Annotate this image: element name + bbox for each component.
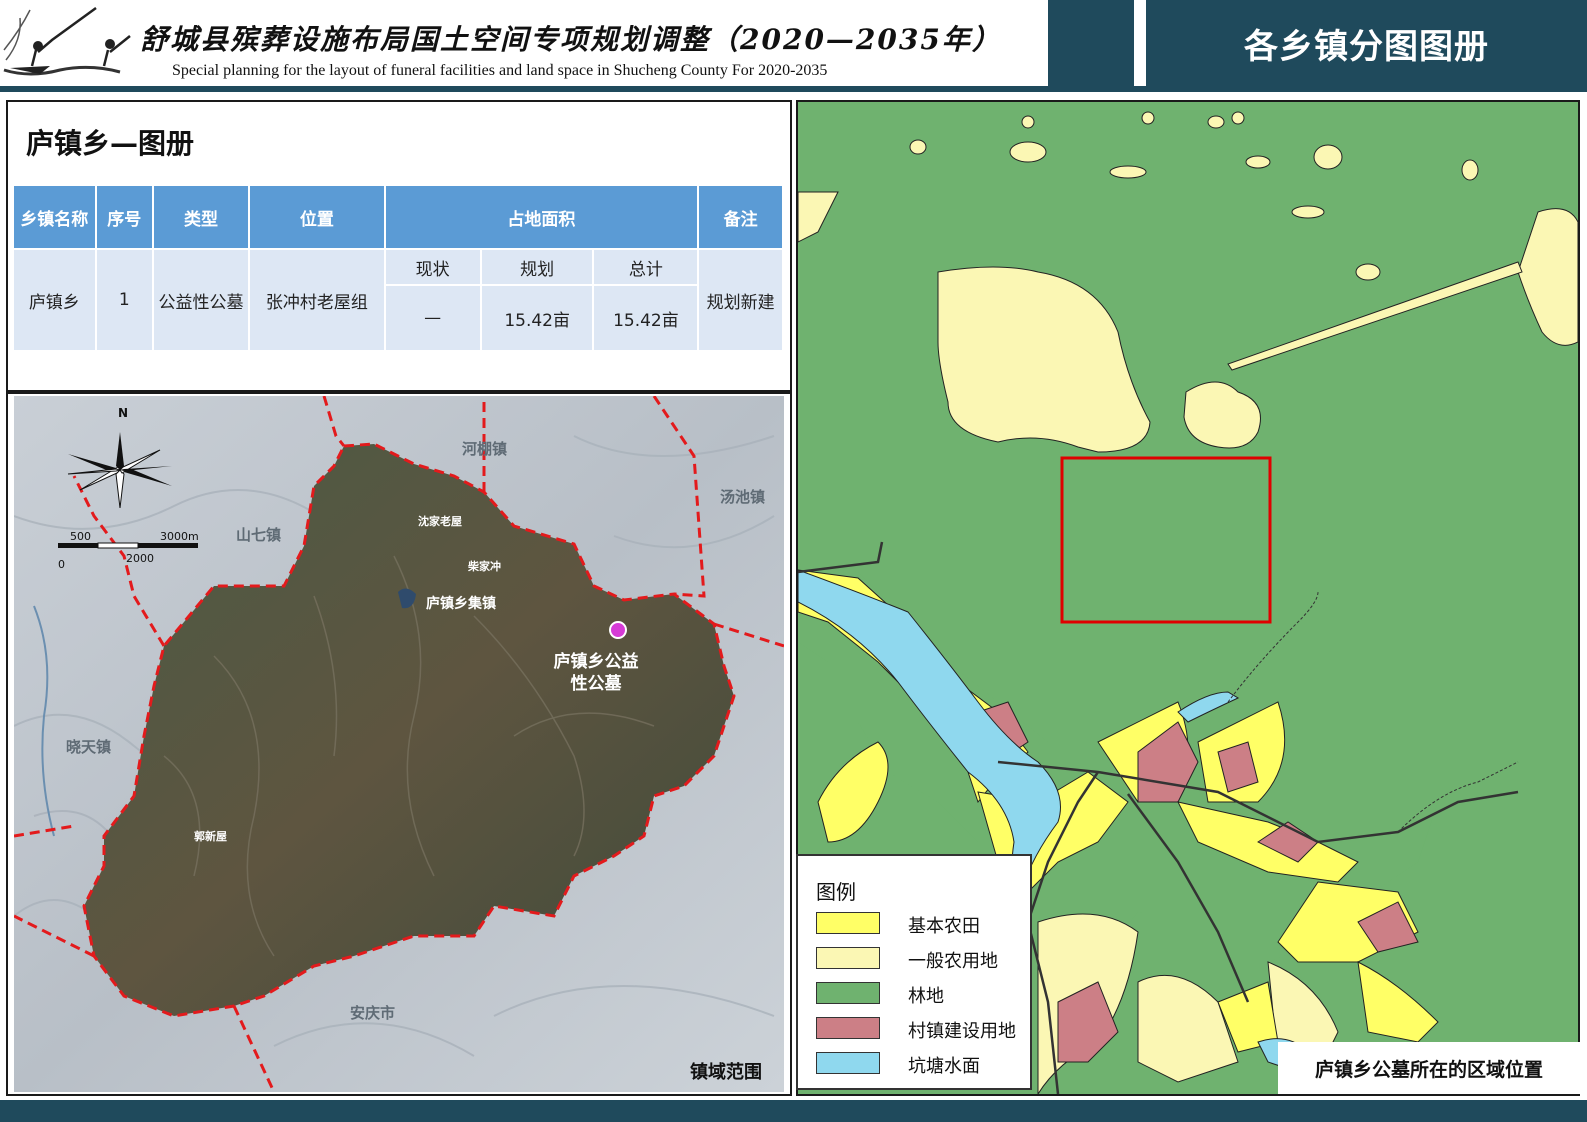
- header-area: 占地面积: [385, 186, 698, 248]
- legend-swatch: [816, 1017, 880, 1039]
- atlas-title: 各乡镇分图图册: [1244, 26, 1489, 67]
- legend-swatch: [816, 982, 880, 1004]
- satellite-imagery: [14, 396, 784, 1092]
- legend-item-basic-farmland: 基本农田: [816, 910, 1026, 938]
- header-divider: [1134, 0, 1146, 86]
- neighbor-label-hepeng: 河棚镇: [462, 440, 508, 458]
- legend-label: 坑塘水面: [908, 1056, 980, 1077]
- legend-item-general-farmland: 一般农用地: [816, 945, 1026, 973]
- legend-item-forest: 林地: [816, 980, 1026, 1008]
- legend-title: 图例: [816, 880, 856, 904]
- header-type: 类型: [153, 186, 249, 248]
- town-center-label: 庐镇乡集镇: [426, 596, 496, 612]
- scale-label-2000: 2000: [126, 552, 154, 565]
- legend-swatch: [816, 912, 880, 934]
- legend-item-water: 坑塘水面: [816, 1050, 1026, 1078]
- map-legend: 图例 基本农田 一般农用地 林地 村镇建设用地 坑塘水面: [796, 854, 1032, 1090]
- footer-bar: [0, 1100, 1587, 1122]
- scale-label-3000m: 3000m: [160, 530, 199, 543]
- legend-item-construction: 村镇建设用地: [816, 1015, 1026, 1043]
- subheader-total: 总计: [594, 250, 698, 284]
- subheader-current: 现状: [385, 250, 480, 284]
- header-number: 序号: [96, 186, 152, 248]
- place-label-shenjialaowu: 沈家老屋: [418, 515, 462, 528]
- title-panel: 舒城县殡葬设施布局国土空间专项规划调整（2020—2035年） Special …: [0, 0, 1048, 86]
- cemetery-marker-icon: [609, 621, 627, 639]
- legend-label: 基本农田: [908, 916, 980, 937]
- satellite-map: N 500 3000m 0 2000 河棚镇 汤池镇 山七镇 晓天镇 安庆市 沈…: [14, 396, 784, 1092]
- north-label: N: [118, 406, 129, 420]
- location-label: 庐镇乡公墓所在的区域位置: [1278, 1042, 1580, 1094]
- fisherman-logo-icon: [3, 6, 131, 76]
- neighbor-label-shanqi: 山七镇: [236, 526, 282, 544]
- header-location: 位置: [250, 186, 384, 248]
- section-title: 庐镇乡—图册: [26, 127, 195, 160]
- cell-location: 张冲村老屋组: [250, 250, 384, 350]
- legend-label: 一般农用地: [908, 951, 998, 972]
- subheader-planned: 规划: [481, 250, 593, 284]
- title-chinese: 舒城县殡葬设施布局国土空间专项规划调整（2020—2035年）: [140, 23, 1002, 56]
- cell-total: 15.42亩: [594, 286, 698, 350]
- cell-planned: 15.42亩: [481, 286, 593, 350]
- neighbor-label-xiaotian: 晓天镇: [66, 738, 112, 756]
- cell-remark: 规划新建: [699, 250, 782, 350]
- cell-number: 1: [96, 250, 152, 350]
- legend-label: 村镇建设用地: [908, 1021, 1016, 1042]
- landuse-panel: 图例 基本农田 一般农用地 林地 村镇建设用地 坑塘水面 庐镇乡公墓所在的区域位…: [796, 100, 1580, 1096]
- legend-swatch: [816, 947, 880, 969]
- place-label-chaijiachong: 柴家冲: [468, 560, 501, 573]
- cell-township: 庐镇乡: [14, 250, 95, 350]
- cell-type: 公益性公墓: [153, 250, 249, 350]
- legend-swatch: [816, 1052, 880, 1074]
- scale-label-500: 500: [70, 530, 91, 543]
- legend-label: 林地: [908, 986, 944, 1007]
- scale-label-0: 0: [58, 558, 65, 571]
- header-township: 乡镇名称: [14, 186, 95, 248]
- cemetery-label: 庐镇乡公益 性公墓: [553, 652, 639, 694]
- satellite-panel: N 500 3000m 0 2000 河棚镇 汤池镇 山七镇 晓天镇 安庆市 沈…: [6, 392, 792, 1096]
- scale-bar: [58, 542, 198, 549]
- cemetery-table: 乡镇名称 序号 类型 位置 占地面积 备注 庐镇乡 1 公益性公墓 张冲村老屋组…: [12, 184, 784, 352]
- header-remark: 备注: [699, 186, 782, 248]
- neighbor-label-anqing: 安庆市: [350, 1004, 396, 1022]
- title-english: Special planning for the layout of funer…: [172, 62, 828, 79]
- extent-label: 镇域范围: [690, 1062, 762, 1083]
- info-panel: 庐镇乡—图册 乡镇名称 序号 类型 位置 占地面积 备注 庐镇乡 1 公益性公墓…: [6, 100, 792, 392]
- cell-current: —: [385, 286, 480, 350]
- neighbor-label-tangchi: 汤池镇: [720, 488, 766, 506]
- place-label-guoxinwu: 郭新屋: [194, 830, 227, 843]
